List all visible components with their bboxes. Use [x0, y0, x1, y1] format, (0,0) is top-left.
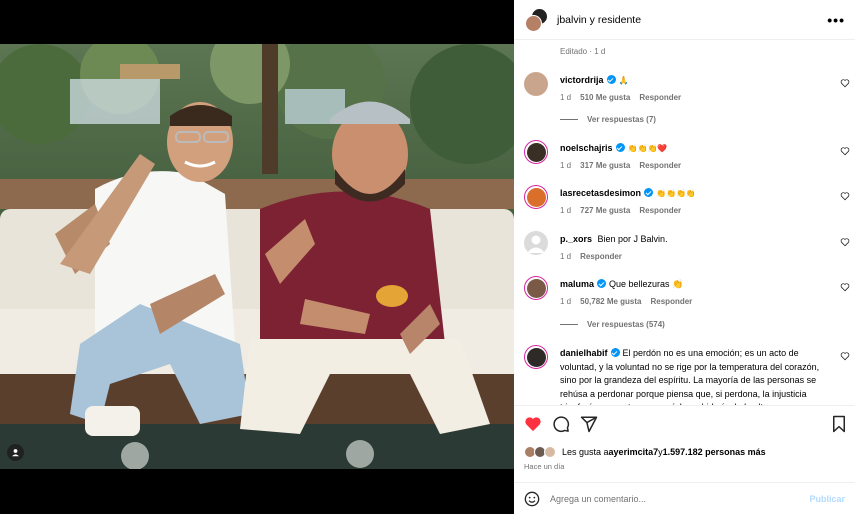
view-replies-button[interactable]: Ver respuestas (574)	[560, 320, 665, 329]
comment-username[interactable]: maluma	[560, 279, 594, 289]
post-actions: Les gusta a ayerimcita7 y 1.597.182 pers…	[514, 405, 855, 514]
avatar[interactable]	[524, 345, 548, 369]
post-header: jbalvin y residente •••	[514, 0, 855, 40]
heart-filled-icon[interactable]	[524, 415, 542, 433]
comment-input[interactable]	[550, 494, 810, 504]
comment-meta: 1 d 50,782 Me gusta Responder	[560, 295, 832, 309]
share-icon[interactable]	[580, 415, 598, 433]
tagged-users-button[interactable]	[7, 444, 24, 461]
heart-outline-icon[interactable]	[840, 282, 850, 292]
edited-label: Editado · 1 d	[560, 47, 606, 56]
reply-button[interactable]: Responder	[639, 93, 681, 102]
verified-icon	[610, 348, 620, 357]
verified-icon	[606, 75, 616, 84]
heart-outline-icon[interactable]	[840, 351, 850, 361]
comment-text: Que bellezuras 👏	[609, 279, 684, 289]
verified-icon	[644, 188, 654, 197]
more-options-icon[interactable]: •••	[827, 12, 845, 28]
heart-outline-icon[interactable]	[840, 146, 850, 156]
view-replies-button[interactable]: Ver respuestas (7)	[560, 115, 656, 124]
comment-username[interactable]: danielhabif	[560, 348, 608, 358]
avatar[interactable]	[524, 72, 548, 96]
comment-likes[interactable]: 727 Me gusta	[580, 206, 630, 215]
comment-username[interactable]: lasrecetasdesimon	[560, 188, 641, 198]
comment-body: noelschajris 👏👏👏❤️ 1 d 317 Me gusta Respond…	[560, 142, 832, 172]
avatar[interactable]	[524, 276, 548, 300]
comment-icon[interactable]	[552, 415, 570, 433]
post-author-title[interactable]: jbalvin y residente	[557, 14, 827, 26]
comment-username[interactable]: noelschajris	[560, 143, 613, 153]
bookmark-icon[interactable]	[830, 415, 848, 433]
heart-outline-icon[interactable]	[840, 237, 850, 247]
comment-time[interactable]: 1 d	[560, 93, 571, 102]
comment-meta: 1 d 727 Me gusta Responder	[560, 204, 832, 218]
comment-username[interactable]: p._xors	[560, 234, 592, 244]
comment-body: lasrecetasdesimon 👏👏👏👏 1 d 727 Me gusta Res…	[560, 187, 832, 217]
comment-body: maluma Que bellezuras 👏 1 d 50,782 Me gust…	[560, 278, 832, 308]
add-comment-bar: Publicar	[514, 482, 855, 514]
comment-meta: 1 d 317 Me gusta Responder	[560, 159, 832, 173]
comment-time[interactable]: 1 d	[560, 206, 571, 215]
user-icon	[12, 449, 19, 457]
comment-meta: 1 d 510 Me gusta Responder	[560, 91, 832, 105]
comment-text: Bien por J Balvin.	[597, 234, 668, 244]
comment-text: 👏👏👏❤️	[627, 144, 668, 153]
verified-icon	[615, 143, 625, 152]
photo-area	[0, 0, 514, 514]
post-time-ago[interactable]: Hace un día	[524, 462, 564, 471]
likes-count[interactable]: 1.597.182 personas más	[663, 447, 766, 457]
collab-avatars[interactable]	[525, 7, 549, 32]
reply-button[interactable]: Responder	[580, 252, 622, 261]
reply-button[interactable]: Responder	[651, 297, 693, 306]
post-comment-button[interactable]: Publicar	[809, 494, 845, 504]
avatar[interactable]	[524, 185, 548, 209]
instagram-post-view: jbalvin y residente ••• Editado · 1 d vi…	[0, 0, 855, 514]
liker-username[interactable]: ayerimcita7	[609, 447, 659, 457]
comment-meta: 1 d Responder	[560, 250, 832, 264]
likes-summary: Les gusta a ayerimcita7 y 1.597.182 pers…	[524, 446, 766, 458]
action-icons	[524, 415, 848, 435]
avatar	[525, 14, 542, 32]
post-photo[interactable]	[0, 44, 514, 469]
comment-time[interactable]: 1 d	[560, 252, 571, 261]
post-panel: jbalvin y residente ••• Editado · 1 d vi…	[514, 0, 855, 514]
reply-button[interactable]: Responder	[639, 161, 681, 170]
likes-prefix: Les gusta a	[562, 447, 609, 457]
comment-likes[interactable]: 317 Me gusta	[580, 161, 630, 170]
verified-icon	[597, 279, 607, 288]
comment-text: 👏👏👏👏	[656, 189, 696, 198]
avatar[interactable]	[524, 140, 548, 164]
comment-likes[interactable]: 50,782 Me gusta	[580, 297, 641, 306]
heart-outline-icon[interactable]	[840, 191, 850, 201]
comment-time[interactable]: 1 d	[560, 297, 571, 306]
comment-body: p._xors Bien por J Balvin. 1 d Responder	[560, 233, 832, 263]
comment-body: danielhabif El perdón no es una emoción; …	[560, 347, 832, 405]
comments-list[interactable]: Editado · 1 d victordrija 🙏 1 d 510 Me gus…	[514, 41, 855, 405]
heart-outline-icon[interactable]	[840, 78, 850, 88]
comment-username[interactable]: victordrija	[560, 75, 604, 85]
reply-button[interactable]: Responder	[639, 206, 681, 215]
comment-time[interactable]: 1 d	[560, 161, 571, 170]
liker-avatars	[524, 446, 558, 458]
comment-text: 🙏	[618, 76, 629, 85]
default-avatar-icon	[527, 235, 545, 253]
comment-body: victordrija 🙏 1 d 510 Me gusta Responder	[560, 74, 832, 104]
avatar[interactable]	[524, 231, 548, 255]
emoji-icon[interactable]	[524, 491, 540, 507]
comment-likes[interactable]: 510 Me gusta	[580, 93, 630, 102]
